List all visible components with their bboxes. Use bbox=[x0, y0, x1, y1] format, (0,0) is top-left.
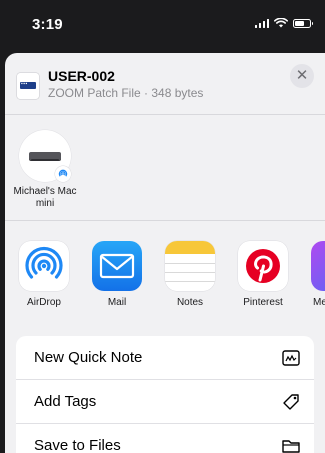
notes-line bbox=[165, 281, 215, 282]
app-more[interactable]: Me bbox=[310, 241, 325, 308]
actions-list: New Quick Note Add Tags Save to Files bbox=[16, 336, 314, 453]
file-subtitle: ZOOM Patch File · 348 bytes bbox=[48, 86, 204, 100]
header-divider bbox=[5, 114, 325, 115]
mail-icon bbox=[92, 241, 142, 291]
action-add-tags[interactable]: Add Tags bbox=[16, 380, 314, 424]
close-button[interactable]: ✕ bbox=[290, 64, 314, 88]
status-time: 3:19 bbox=[32, 16, 63, 33]
action-label: Add Tags bbox=[34, 393, 97, 410]
app-pinterest[interactable]: Pinterest bbox=[237, 241, 289, 308]
app-label: Pinterest bbox=[243, 297, 283, 308]
folder-icon bbox=[282, 440, 300, 453]
app-label: Mail bbox=[107, 297, 127, 308]
mac-mini-icon bbox=[29, 152, 61, 161]
contact-avatar bbox=[19, 130, 71, 182]
tag-icon bbox=[283, 394, 299, 410]
notes-line bbox=[165, 272, 215, 273]
file-header: USER-002 ZOOM Patch File · 348 bytes ✕ bbox=[5, 53, 325, 113]
close-icon: ✕ bbox=[295, 67, 309, 84]
app-label: Me bbox=[313, 297, 325, 308]
cellular-signal-icon bbox=[254, 18, 269, 28]
status-bar: 3:19 bbox=[0, 0, 325, 44]
quick-note-icon bbox=[282, 350, 300, 366]
status-icons bbox=[254, 18, 313, 28]
contact-name: Michael's Mac mini bbox=[13, 186, 77, 209]
action-save-to-files[interactable]: Save to Files bbox=[16, 424, 314, 453]
wifi-icon bbox=[274, 18, 288, 28]
contacts-divider bbox=[5, 220, 325, 221]
app-notes[interactable]: Notes bbox=[164, 241, 216, 308]
battery-icon bbox=[293, 18, 313, 28]
action-label: Save to Files bbox=[34, 437, 121, 453]
action-new-quick-note[interactable]: New Quick Note bbox=[16, 336, 314, 380]
app-label: Notes bbox=[176, 297, 204, 308]
more-app-icon bbox=[311, 241, 325, 291]
airdrop-icon bbox=[19, 241, 69, 291]
app-airdrop[interactable]: AirDrop bbox=[18, 241, 70, 308]
airdrop-badge-icon bbox=[55, 166, 71, 182]
notes-line bbox=[165, 263, 215, 264]
file-name: USER-002 bbox=[48, 68, 115, 84]
pinterest-icon bbox=[238, 241, 288, 291]
airdrop-contact[interactable]: Michael's Mac mini bbox=[13, 130, 77, 209]
app-label: AirDrop bbox=[27, 297, 61, 308]
share-sheet: USER-002 ZOOM Patch File · 348 bytes ✕ M… bbox=[5, 53, 325, 453]
action-label: New Quick Note bbox=[34, 349, 143, 366]
notes-icon bbox=[165, 241, 215, 291]
app-mail[interactable]: Mail bbox=[91, 241, 143, 308]
file-icon bbox=[17, 73, 39, 99]
